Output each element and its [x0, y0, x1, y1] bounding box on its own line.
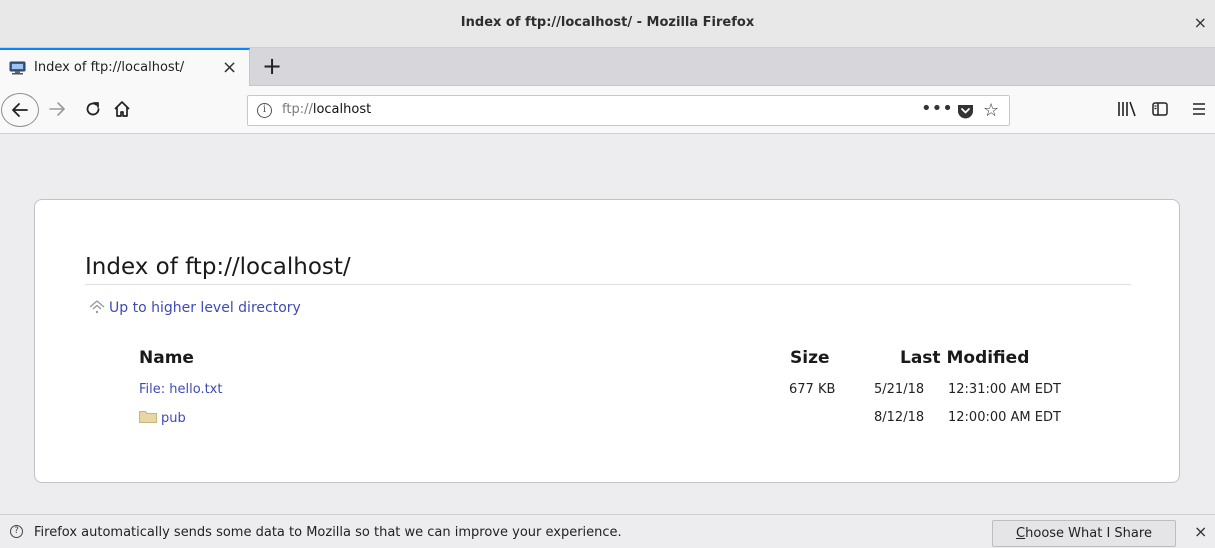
computer-favicon-icon	[9, 61, 26, 75]
home-icon[interactable]	[113, 100, 131, 118]
pocket-icon[interactable]	[957, 103, 974, 119]
file-size: 677 KB	[789, 382, 836, 397]
url-bar[interactable]: i ftp://localhost ••• ☆	[247, 95, 1010, 126]
folder-date: 8/12/18	[874, 410, 925, 425]
file-date: 5/21/18	[874, 382, 925, 397]
tab-close-button[interactable]: ×	[222, 57, 237, 78]
folder-icon	[139, 411, 157, 423]
info-icon[interactable]: i	[257, 103, 272, 118]
question-icon: ?	[10, 525, 23, 538]
page-content: Index of ftp://localhost/ Up to higher l…	[0, 135, 1215, 514]
up-directory-link[interactable]: Up to higher level directory	[89, 300, 301, 316]
column-header-name[interactable]: Name	[139, 348, 194, 368]
new-tab-button[interactable]: +	[262, 52, 282, 80]
window-title: Index of ftp://localhost/ - Mozilla Fire…	[460, 15, 755, 30]
column-header-last-modified[interactable]: Last Modified	[900, 348, 1029, 368]
star-icon[interactable]: ☆	[983, 100, 999, 121]
page-heading: Index of ftp://localhost/	[85, 254, 351, 280]
up-directory-label: Up to higher level directory	[109, 300, 301, 316]
reload-icon[interactable]	[84, 100, 102, 118]
back-arrow-icon	[12, 103, 28, 117]
library-icon[interactable]	[1117, 100, 1137, 118]
sidebar-icon[interactable]	[1151, 100, 1169, 118]
folder-link-pub[interactable]: pub	[139, 410, 186, 426]
choose-what-i-share-button[interactable]: Choose What I Share	[992, 520, 1176, 547]
forward-arrow-icon[interactable]	[48, 100, 66, 118]
file-link-hello-txt[interactable]: File: hello.txt	[139, 382, 222, 397]
directory-listing-card: Index of ftp://localhost/ Up to higher l…	[34, 199, 1180, 483]
navigation-toolbar: i ftp://localhost ••• ☆	[0, 86, 1215, 134]
page-actions-more-button[interactable]: •••	[921, 98, 953, 119]
back-button[interactable]	[1, 93, 39, 127]
heading-divider	[85, 284, 1131, 285]
hamburger-menu-icon[interactable]	[1190, 100, 1208, 118]
up-arrow-icon	[89, 300, 105, 314]
notification-message: Firefox automatically sends some data to…	[34, 525, 622, 540]
tab-strip: Index of ftp://localhost/ × +	[0, 48, 1215, 86]
data-sharing-notification-bar: ? Firefox automatically sends some data …	[0, 514, 1215, 548]
file-time: 12:31:00 AM EDT	[948, 382, 1061, 397]
window-close-button[interactable]: ×	[1194, 13, 1207, 32]
tab-label: Index of ftp://localhost/	[34, 60, 185, 75]
url-text[interactable]: ftp://localhost	[282, 102, 371, 117]
folder-time: 12:00:00 AM EDT	[948, 410, 1061, 425]
notification-close-button[interactable]: ×	[1194, 522, 1207, 541]
window-titlebar: Index of ftp://localhost/ - Mozilla Fire…	[0, 0, 1215, 48]
column-header-size[interactable]: Size	[790, 348, 830, 368]
tab-ftp-index[interactable]: Index of ftp://localhost/ ×	[0, 48, 250, 86]
folder-label: pub	[161, 411, 186, 426]
